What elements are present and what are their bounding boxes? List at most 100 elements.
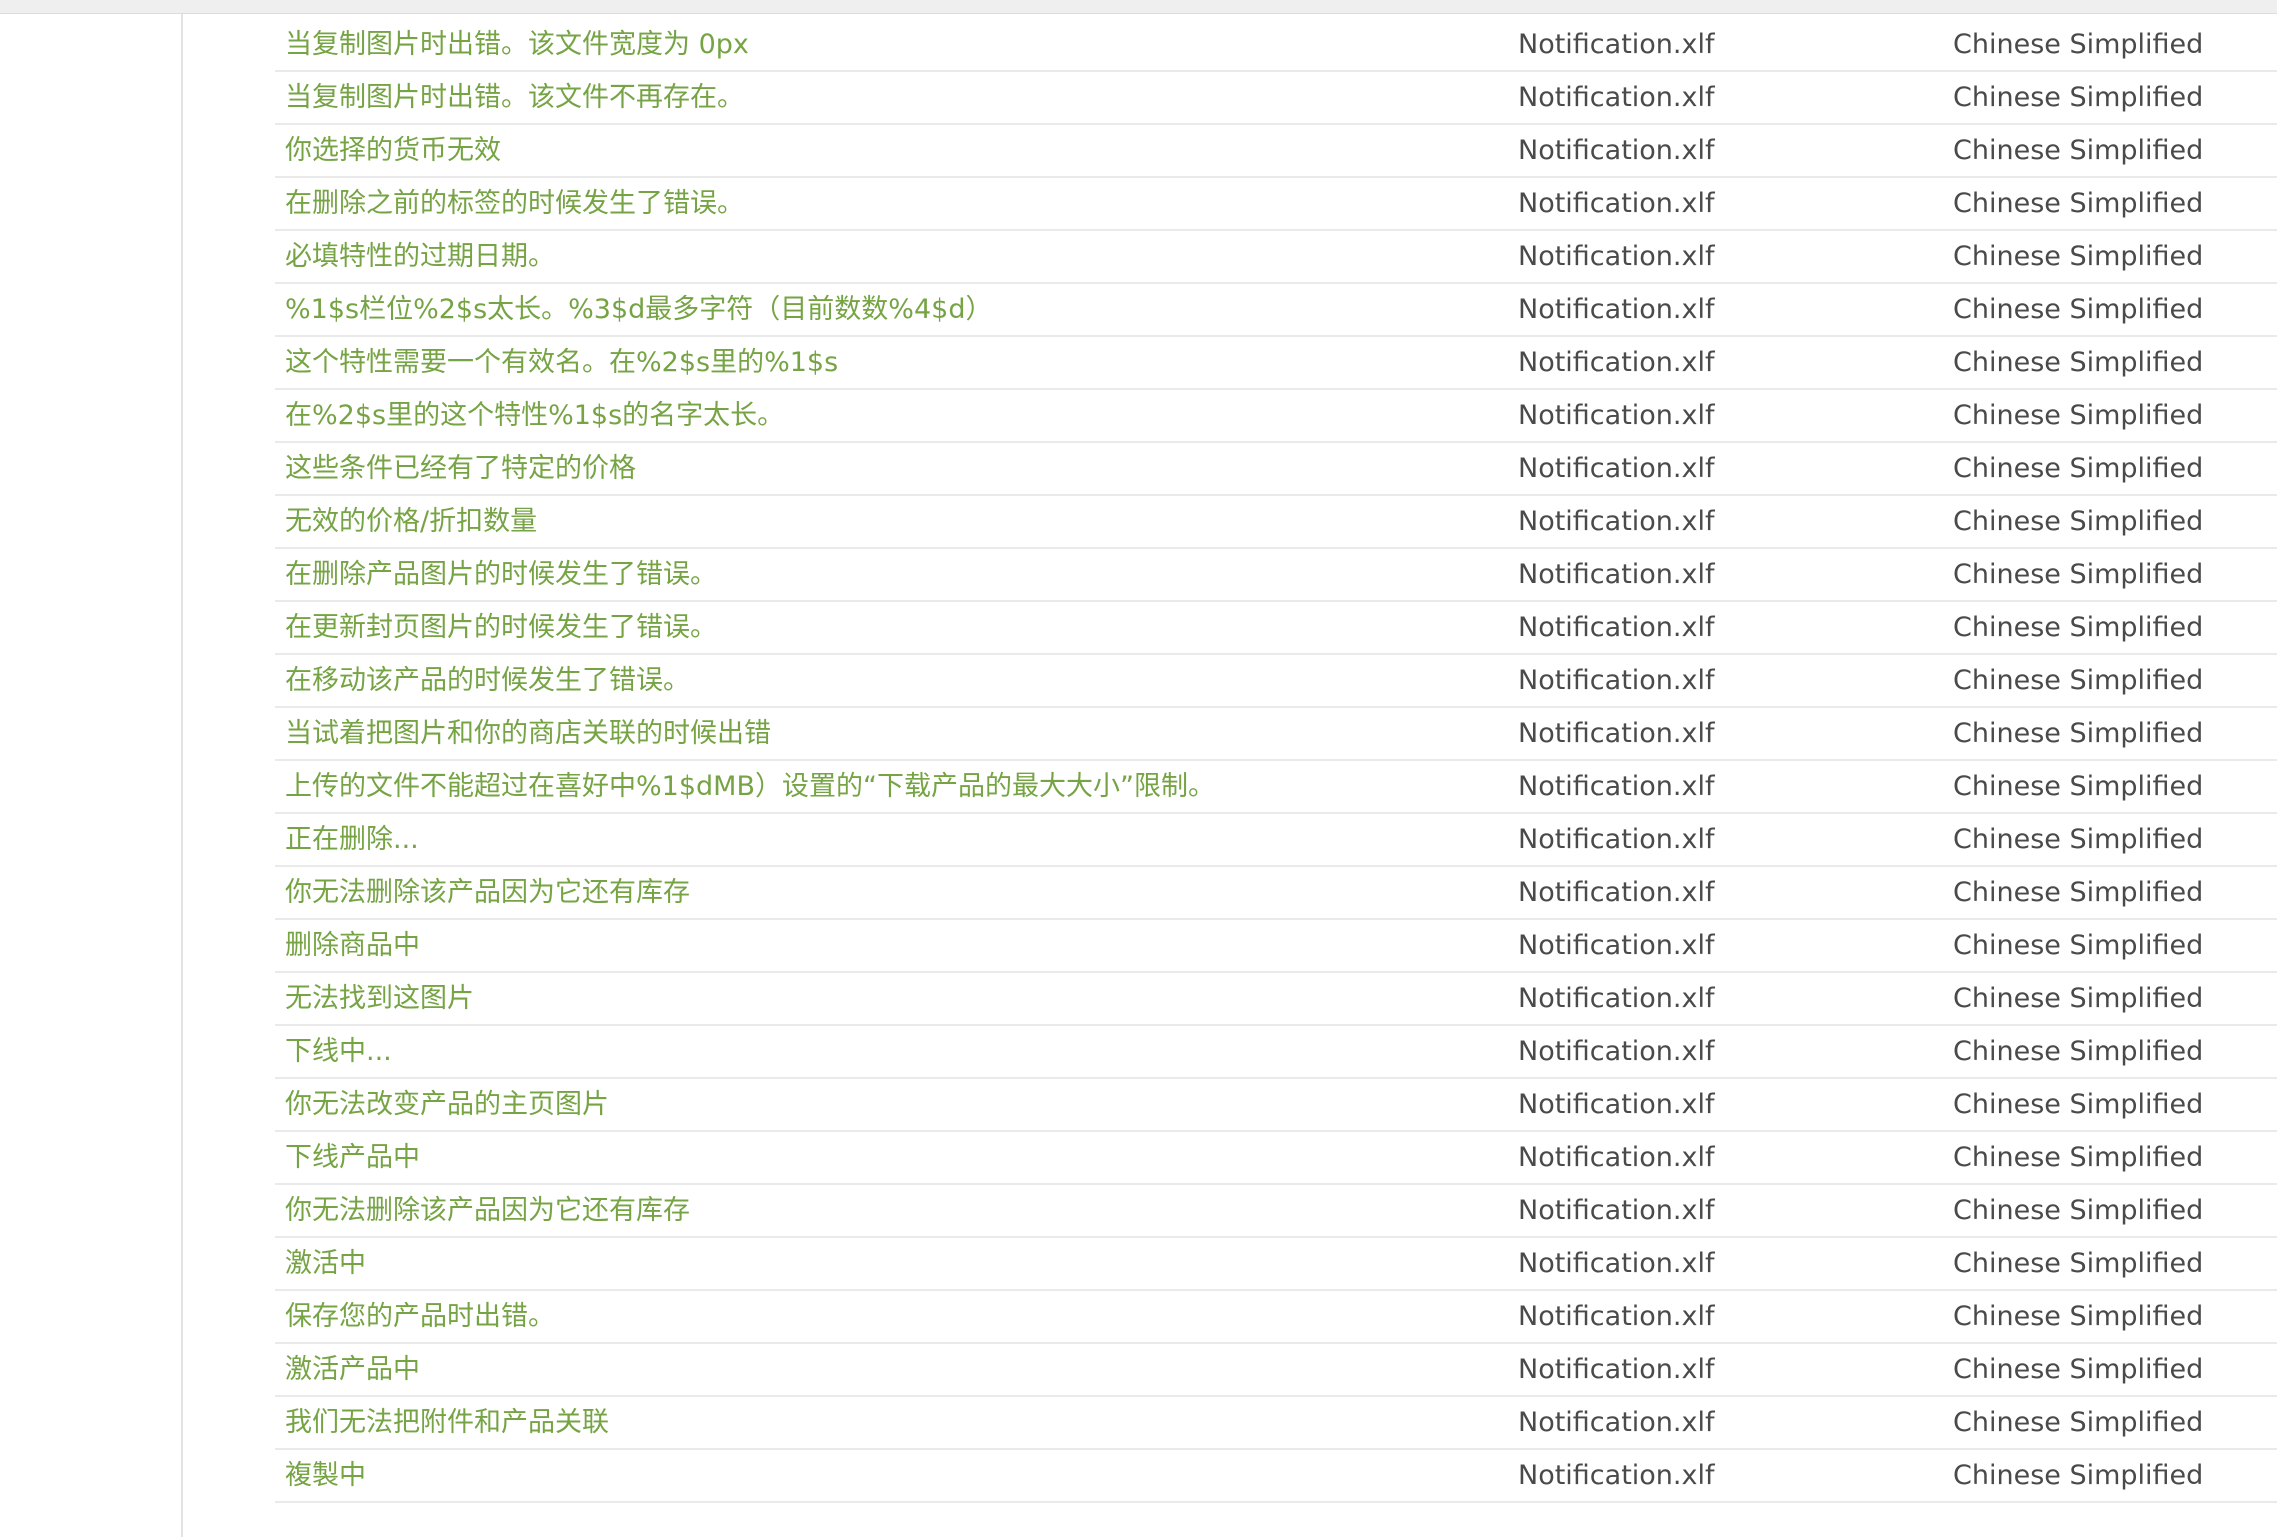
table-row: 你无法删除该产品因为它还有库存 Notification.xlf Chinese S…: [275, 1185, 2277, 1238]
translation-string-link[interactable]: %1$s栏位%2$s太长。%3$d最多字符（目前数数%4$d）: [285, 284, 992, 335]
translation-string-link[interactable]: 当复制图片时出错。该文件不再存在。: [285, 72, 744, 123]
translation-string-link[interactable]: 你选择的货币无效: [285, 125, 501, 176]
table-row: 複製中 Notification.xlf Chinese Simplified: [275, 1450, 2277, 1503]
file-name-cell: Notification.xlf: [1518, 241, 1715, 272]
translations-table: 当复制图片时出错。该文件宽度为 0px Notification.xlf Chine…: [275, 19, 2277, 1503]
language-cell: Chinese Simplified: [1953, 771, 2204, 802]
translation-string-link[interactable]: 这个特性需要一个有效名。在%2$s里的%1$s: [285, 337, 838, 388]
file-name-cell: Notification.xlf: [1518, 135, 1715, 166]
table-row: 你无法删除该产品因为它还有库存 Notification.xlf Chinese S…: [275, 867, 2277, 920]
table-row: 无效的价格/折扣数量 Notification.xlf Chinese Simpli…: [275, 496, 2277, 549]
left-gutter: [0, 14, 181, 1537]
table-row: 你无法改变产品的主页图片 Notification.xlf Chinese Simp…: [275, 1079, 2277, 1132]
table-row: 正在删除... Notification.xlf Chinese Simplifie…: [275, 814, 2277, 867]
translation-string-link[interactable]: 在移动该产品的时候发生了错误。: [285, 655, 690, 706]
language-cell: Chinese Simplified: [1953, 82, 2204, 113]
translation-string-link[interactable]: 我们无法把附件和产品关联: [285, 1397, 609, 1448]
language-cell: Chinese Simplified: [1953, 453, 2204, 484]
translation-string-link[interactable]: 複製中: [285, 1450, 366, 1501]
translation-string-link[interactable]: 激活中: [285, 1238, 366, 1289]
file-name-cell: Notification.xlf: [1518, 82, 1715, 113]
table-row: 当试着把图片和你的商店关联的时候出错 Notification.xlf Chines…: [275, 708, 2277, 761]
table-row: 当复制图片时出错。该文件不再存在。 Notification.xlf Chinese…: [275, 72, 2277, 125]
file-name-cell: Notification.xlf: [1518, 1460, 1715, 1491]
translation-string-link[interactable]: 你无法删除该产品因为它还有库存: [285, 1185, 690, 1236]
translation-string-link[interactable]: 在删除之前的标签的时候发生了错误。: [285, 178, 744, 229]
translation-string-link[interactable]: 当试着把图片和你的商店关联的时候出错: [285, 708, 771, 759]
language-cell: Chinese Simplified: [1953, 1089, 2204, 1120]
translation-string-link[interactable]: 在%2$s里的这个特性%1$s的名字太长。: [285, 390, 784, 441]
file-name-cell: Notification.xlf: [1518, 1142, 1715, 1173]
table-row: 在删除之前的标签的时候发生了错误。 Notification.xlf Chinese…: [275, 178, 2277, 231]
language-cell: Chinese Simplified: [1953, 612, 2204, 643]
language-cell: Chinese Simplified: [1953, 1407, 2204, 1438]
language-cell: Chinese Simplified: [1953, 665, 2204, 696]
language-cell: Chinese Simplified: [1953, 877, 2204, 908]
table-row: 在删除产品图片的时候发生了错误。 Notification.xlf Chinese …: [275, 549, 2277, 602]
language-cell: Chinese Simplified: [1953, 506, 2204, 537]
table-row: 激活产品中 Notification.xlf Chinese Simplified: [275, 1344, 2277, 1397]
file-name-cell: Notification.xlf: [1518, 188, 1715, 219]
language-cell: Chinese Simplified: [1953, 29, 2204, 60]
file-name-cell: Notification.xlf: [1518, 1407, 1715, 1438]
language-cell: Chinese Simplified: [1953, 1142, 2204, 1173]
file-name-cell: Notification.xlf: [1518, 1301, 1715, 1332]
language-cell: Chinese Simplified: [1953, 1301, 2204, 1332]
language-cell: Chinese Simplified: [1953, 559, 2204, 590]
translation-string-link[interactable]: 必填特性的过期日期。: [285, 231, 555, 282]
table-row: 你选择的货币无效 Notification.xlf Chinese Simplifi…: [275, 125, 2277, 178]
file-name-cell: Notification.xlf: [1518, 930, 1715, 961]
file-name-cell: Notification.xlf: [1518, 29, 1715, 60]
file-name-cell: Notification.xlf: [1518, 1089, 1715, 1120]
translation-string-link[interactable]: 正在删除...: [285, 814, 419, 865]
file-name-cell: Notification.xlf: [1518, 665, 1715, 696]
file-name-cell: Notification.xlf: [1518, 877, 1715, 908]
translation-string-link[interactable]: 无效的价格/折扣数量: [285, 496, 537, 547]
translation-string-link[interactable]: 下线中...: [285, 1026, 392, 1077]
translation-string-link[interactable]: 无法找到这图片: [285, 973, 474, 1024]
translation-string-link[interactable]: 在更新封页图片的时候发生了错误。: [285, 602, 717, 653]
file-name-cell: Notification.xlf: [1518, 506, 1715, 537]
table-row: 上传的文件不能超过在喜好中%1$dMB）设置的“下载产品的最大大小”限制。 Not…: [275, 761, 2277, 814]
file-name-cell: Notification.xlf: [1518, 400, 1715, 431]
translation-string-link[interactable]: 这些条件已经有了特定的价格: [285, 443, 636, 494]
file-name-cell: Notification.xlf: [1518, 824, 1715, 855]
language-cell: Chinese Simplified: [1953, 188, 2204, 219]
table-row: 删除商品中 Notification.xlf Chinese Simplified: [275, 920, 2277, 973]
translation-string-link[interactable]: 当复制图片时出错。该文件宽度为 0px: [285, 19, 749, 70]
translation-string-link[interactable]: 下线产品中: [285, 1132, 420, 1183]
table-row: 这个特性需要一个有效名。在%2$s里的%1$s Notification.xlf C…: [275, 337, 2277, 390]
translation-string-link[interactable]: 删除商品中: [285, 920, 420, 971]
table-row: 必填特性的过期日期。 Notification.xlf Chinese Simpli…: [275, 231, 2277, 284]
translation-string-link[interactable]: 激活产品中: [285, 1344, 420, 1395]
table-row: 在移动该产品的时候发生了错误。 Notification.xlf Chinese S…: [275, 655, 2277, 708]
table-row: 保存您的产品时出错。 Notification.xlf Chinese Simpli…: [275, 1291, 2277, 1344]
top-bar: [0, 0, 2277, 14]
file-name-cell: Notification.xlf: [1518, 1195, 1715, 1226]
language-cell: Chinese Simplified: [1953, 1248, 2204, 1279]
table-row: 在更新封页图片的时候发生了错误。 Notification.xlf Chinese …: [275, 602, 2277, 655]
language-cell: Chinese Simplified: [1953, 241, 2204, 272]
file-name-cell: Notification.xlf: [1518, 771, 1715, 802]
language-cell: Chinese Simplified: [1953, 1354, 2204, 1385]
file-name-cell: Notification.xlf: [1518, 612, 1715, 643]
translation-string-link[interactable]: 保存您的产品时出错。: [285, 1291, 555, 1342]
table-row: 当复制图片时出错。该文件宽度为 0px Notification.xlf Chine…: [275, 19, 2277, 72]
language-cell: Chinese Simplified: [1953, 718, 2204, 749]
translation-string-link[interactable]: 在删除产品图片的时候发生了错误。: [285, 549, 717, 600]
table-row: 在%2$s里的这个特性%1$s的名字太长。 Notification.xlf Chi…: [275, 390, 2277, 443]
table-row: 下线中... Notification.xlf Chinese Simplified: [275, 1026, 2277, 1079]
table-row: %1$s栏位%2$s太长。%3$d最多字符（目前数数%4$d） Notificat…: [275, 284, 2277, 337]
translations-panel: 当复制图片时出错。该文件宽度为 0px Notification.xlf Chine…: [183, 14, 2277, 1537]
language-cell: Chinese Simplified: [1953, 1460, 2204, 1491]
file-name-cell: Notification.xlf: [1518, 1354, 1715, 1385]
language-cell: Chinese Simplified: [1953, 135, 2204, 166]
file-name-cell: Notification.xlf: [1518, 983, 1715, 1014]
translation-string-link[interactable]: 你无法删除该产品因为它还有库存: [285, 867, 690, 918]
file-name-cell: Notification.xlf: [1518, 453, 1715, 484]
language-cell: Chinese Simplified: [1953, 983, 2204, 1014]
table-row: 下线产品中 Notification.xlf Chinese Simplified: [275, 1132, 2277, 1185]
table-row: 这些条件已经有了特定的价格 Notification.xlf Chinese Sim…: [275, 443, 2277, 496]
translation-string-link[interactable]: 上传的文件不能超过在喜好中%1$dMB）设置的“下载产品的最大大小”限制。: [285, 761, 1215, 812]
translation-string-link[interactable]: 你无法改变产品的主页图片: [285, 1079, 609, 1130]
